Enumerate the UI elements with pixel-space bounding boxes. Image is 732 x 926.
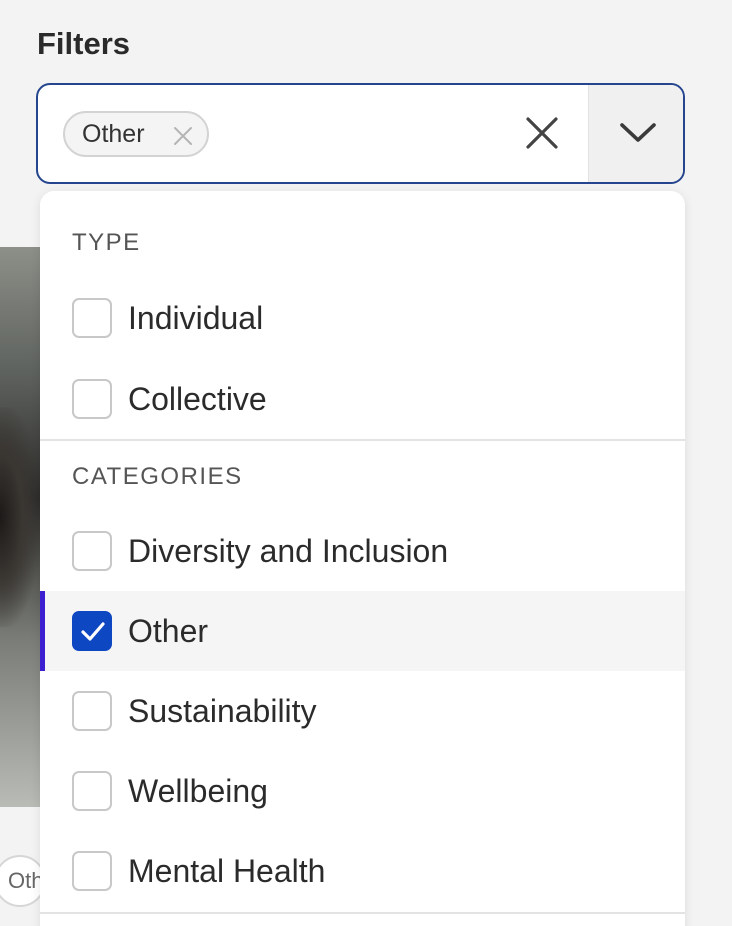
checkbox[interactable] [72, 851, 112, 891]
option-label: Other [128, 613, 209, 649]
page: Oth Filters Other TYPE Individual Collec… [0, 0, 732, 926]
group-label-categories: CATEGORIES [72, 463, 243, 490]
option-diversity-and-inclusion[interactable]: Diversity and Inclusion [40, 511, 685, 591]
option-wellbeing[interactable]: Wellbeing [40, 751, 685, 831]
option-other[interactable]: Other [40, 591, 685, 671]
checkbox-checked[interactable] [72, 611, 112, 651]
option-individual[interactable]: Individual [40, 278, 685, 358]
chip-remove-icon[interactable] [173, 124, 193, 145]
option-mental-health[interactable]: Mental Health [40, 831, 685, 911]
group-label-type: TYPE [72, 229, 141, 256]
background-photo [0, 247, 40, 807]
checkbox[interactable] [72, 379, 112, 419]
filters-title: Filters [37, 26, 131, 61]
group-divider [40, 439, 685, 441]
dropdown-toggle-button[interactable] [588, 85, 683, 182]
option-label: Diversity and Inclusion [128, 533, 449, 569]
option-label: Mental Health [128, 853, 326, 889]
group-divider [40, 912, 685, 914]
checkbox[interactable] [72, 531, 112, 571]
checkbox[interactable] [72, 691, 112, 731]
checkbox[interactable] [72, 298, 112, 338]
option-label: Individual [128, 300, 264, 336]
chevron-down-icon [620, 123, 656, 142]
option-collective[interactable]: Collective [40, 359, 685, 439]
option-sustainability[interactable]: Sustainability [40, 671, 685, 751]
check-icon [81, 622, 105, 641]
option-label: Sustainability [128, 693, 317, 729]
checkbox[interactable] [72, 771, 112, 811]
clear-all-icon[interactable] [522, 113, 562, 153]
selected-chip-other: Other [63, 111, 209, 157]
selected-indicator-bar [40, 591, 45, 671]
filters-select[interactable]: Other [36, 83, 685, 184]
option-label: Collective [128, 381, 267, 417]
selected-chip-label: Other [82, 119, 145, 148]
option-label: Wellbeing [128, 773, 268, 809]
filters-dropdown-menu: TYPE Individual Collective CATEGORIES Di… [40, 191, 685, 926]
